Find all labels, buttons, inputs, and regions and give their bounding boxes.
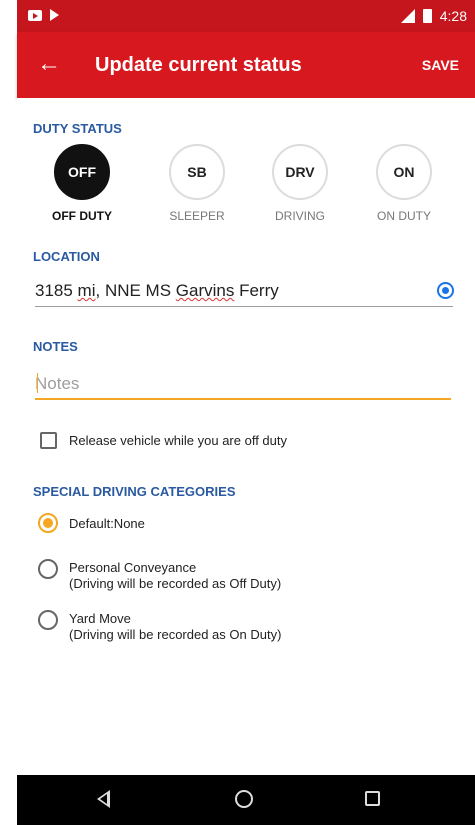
status-bar: 4:28 xyxy=(17,0,475,32)
location-middle: , NNE MS xyxy=(95,281,176,300)
location-unit: mi xyxy=(77,281,96,300)
release-vehicle-label: Release vehicle while you are off duty xyxy=(69,433,287,448)
notes-input[interactable] xyxy=(35,370,451,398)
duty-driving-button[interactable]: DRV xyxy=(272,144,328,200)
default-none-label: Default:None xyxy=(69,516,145,531)
release-vehicle-checkbox[interactable] xyxy=(40,432,57,449)
duty-off-button[interactable]: OFF xyxy=(54,144,110,200)
notes-underline xyxy=(35,398,451,400)
default-none-radio[interactable] xyxy=(38,513,58,533)
location-suffix: Ferry xyxy=(234,281,279,300)
personal-conveyance-label: Personal Conveyance (Driving will be rec… xyxy=(69,560,281,592)
youtube-icon xyxy=(28,9,42,21)
location-label: LOCATION xyxy=(33,249,100,264)
personal-conveyance-title: Personal Conveyance xyxy=(69,560,197,575)
location-field[interactable]: 3185 mi, NNE MS Garvins Ferry xyxy=(35,281,279,301)
notes-label: NOTES xyxy=(33,339,78,354)
navigation-bar xyxy=(17,775,475,825)
app-bar: ← Update current status SAVE xyxy=(17,32,475,98)
page-title: Update current status xyxy=(95,54,302,76)
duty-on-button[interactable]: ON xyxy=(376,144,432,200)
yard-move-title: Yard Move xyxy=(69,611,131,626)
status-time: 4:28 xyxy=(439,8,467,24)
play-store-icon xyxy=(50,9,59,21)
personal-conveyance-radio[interactable] xyxy=(38,559,58,579)
nav-recents-icon[interactable] xyxy=(365,791,380,806)
text-cursor xyxy=(37,373,38,393)
yard-move-note: (Driving will be recorded as On Duty) xyxy=(69,627,282,642)
nav-home-icon[interactable] xyxy=(235,790,253,808)
duty-status-label: DUTY STATUS xyxy=(33,121,122,136)
duty-off-caption: OFF DUTY xyxy=(52,209,112,223)
location-place: Garvins xyxy=(175,281,235,300)
duty-sleeper-button[interactable]: SB xyxy=(169,144,225,200)
location-underline xyxy=(35,306,453,307)
status-form: DUTY STATUS OFF SB DRV ON OFF DUTY SLEEP… xyxy=(17,98,475,775)
nav-back-icon[interactable] xyxy=(97,790,110,808)
save-button[interactable]: SAVE xyxy=(422,57,459,73)
personal-conveyance-note: (Driving will be recorded as Off Duty) xyxy=(69,576,282,591)
location-prefix: 3185 xyxy=(35,281,78,300)
yard-move-radio[interactable] xyxy=(38,610,58,630)
yard-move-label: Yard Move (Driving will be recorded as O… xyxy=(69,611,281,643)
my-location-icon[interactable] xyxy=(437,282,454,299)
duty-sleeper-caption: SLEEPER xyxy=(169,209,225,223)
duty-on-caption: ON DUTY xyxy=(377,209,431,223)
arrow-left-icon[interactable]: ← xyxy=(35,50,63,78)
duty-driving-caption: DRIVING xyxy=(274,209,325,223)
battery-icon xyxy=(422,9,432,23)
signal-icon xyxy=(400,9,415,23)
special-driving-label: SPECIAL DRIVING CATEGORIES xyxy=(33,484,236,499)
